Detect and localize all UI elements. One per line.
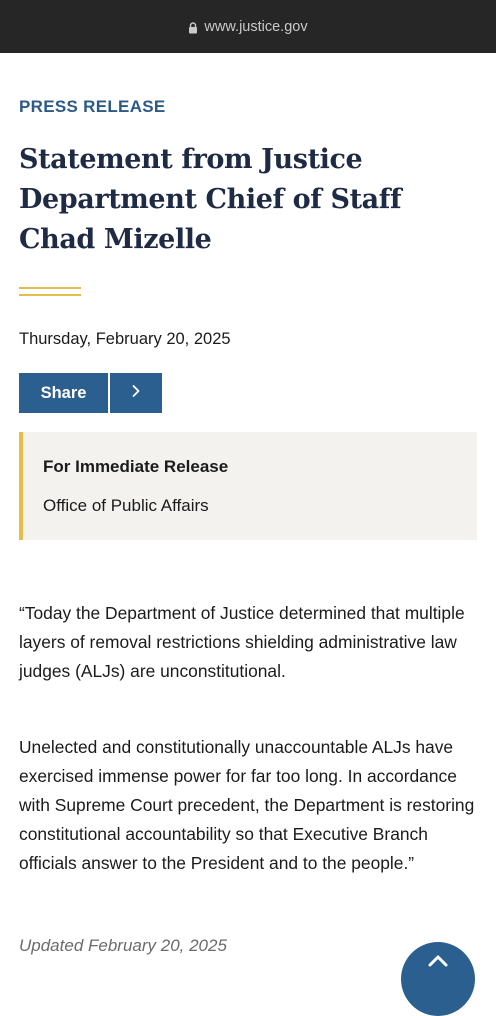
eyebrow-label: PRESS RELEASE: [19, 97, 166, 116]
publish-date: Thursday, February 20, 2025: [19, 330, 231, 348]
title-divider: [19, 287, 81, 301]
share-button[interactable]: Share: [19, 373, 108, 413]
share-expand-button[interactable]: [110, 373, 162, 413]
back-to-top-button[interactable]: [401, 942, 475, 1016]
url-text: www.justice.gov: [204, 18, 308, 35]
release-type: For Immediate Release: [43, 457, 229, 476]
browser-address-bar[interactable]: www.justice.gov: [0, 0, 496, 53]
body-paragraph: “Today the Department of Justice determi…: [19, 603, 465, 681]
updated-date: Updated February 20, 2025: [19, 936, 227, 955]
chevron-right-icon: [131, 384, 141, 403]
page-title: Statement from Justice Department Chief …: [19, 144, 402, 255]
lock-icon: [188, 21, 198, 34]
release-office: Office of Public Affairs: [43, 496, 209, 515]
release-info-box: For Immediate Release Office of Public A…: [19, 432, 477, 540]
body-paragraph: Unelected and constitutionally unaccount…: [19, 737, 475, 873]
share-control[interactable]: Share: [19, 373, 162, 413]
